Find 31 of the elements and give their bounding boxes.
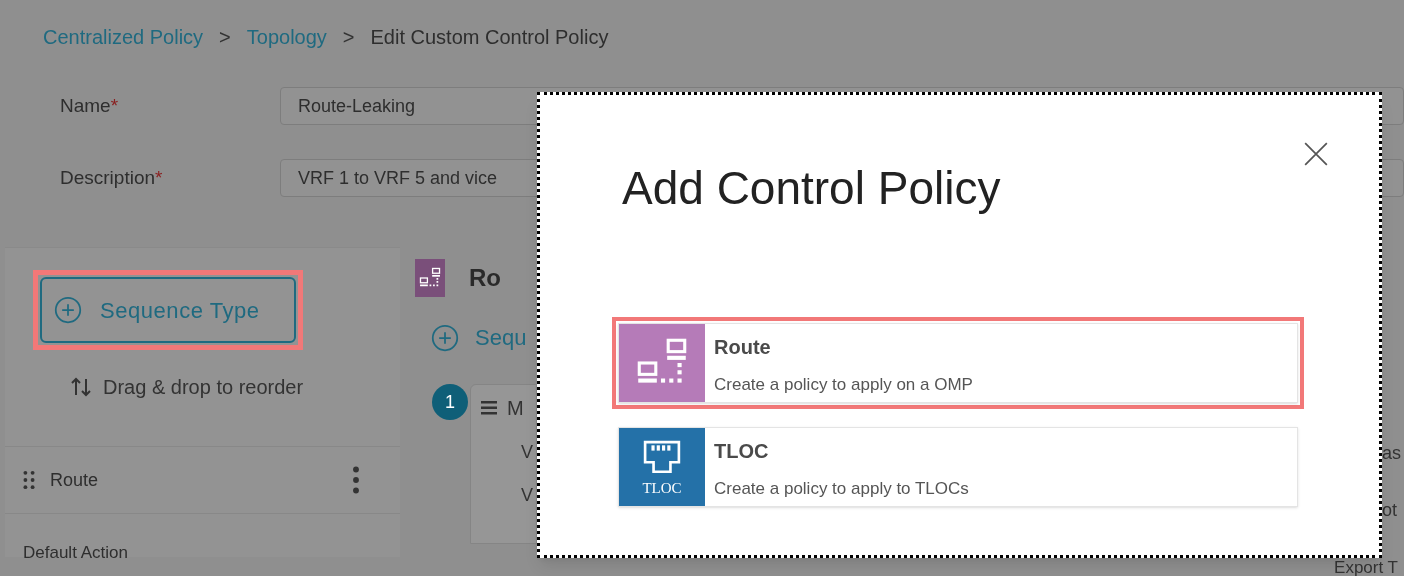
add-sequence-link[interactable]: Sequ <box>475 321 527 354</box>
policy-type-option[interactable]: Route Create a policy to apply on a OMP <box>612 317 1304 409</box>
cut-text: ot <box>1382 499 1398 522</box>
default-action-label: Default Action <box>22 542 129 564</box>
breadcrumb-separator: > <box>219 25 231 50</box>
tloc-icon-label: TLOC <box>642 480 682 496</box>
option-title: Route <box>714 335 772 360</box>
drag-hint: Drag & drop to reorder <box>103 375 304 400</box>
breadcrumb-link[interactable]: Topology <box>246 22 327 52</box>
condition-text: V <box>521 484 534 507</box>
breadcrumb-separator: > <box>342 25 355 50</box>
breadcrumb-link[interactable]: Centralized Policy <box>43 22 204 52</box>
option-description: Create a policy to apply to TLOCs <box>714 478 969 500</box>
more-options-icon[interactable] <box>352 466 360 494</box>
plus-circle-icon <box>431 323 459 352</box>
section-title: Ro <box>469 263 501 293</box>
drag-handle-icon <box>23 470 35 490</box>
breadcrumb-current: Edit Custom Control Policy <box>370 25 609 50</box>
condition-text: V <box>521 441 534 464</box>
option-description: Create a policy to apply on a OMP <box>714 374 973 396</box>
sequence-type-button[interactable]: Sequence Type <box>40 277 296 343</box>
sequence-name: Route <box>50 468 100 492</box>
cut-text: as <box>1382 442 1402 465</box>
card-header: M <box>507 396 524 421</box>
field-label: Name* <box>59 93 120 118</box>
menu-icon <box>481 401 497 415</box>
close-icon[interactable] <box>1303 141 1329 167</box>
option-title: TLOC <box>714 439 770 464</box>
step-number: 1 <box>432 384 468 420</box>
field-label: Description* <box>59 165 164 190</box>
plus-circle-icon <box>54 296 82 324</box>
